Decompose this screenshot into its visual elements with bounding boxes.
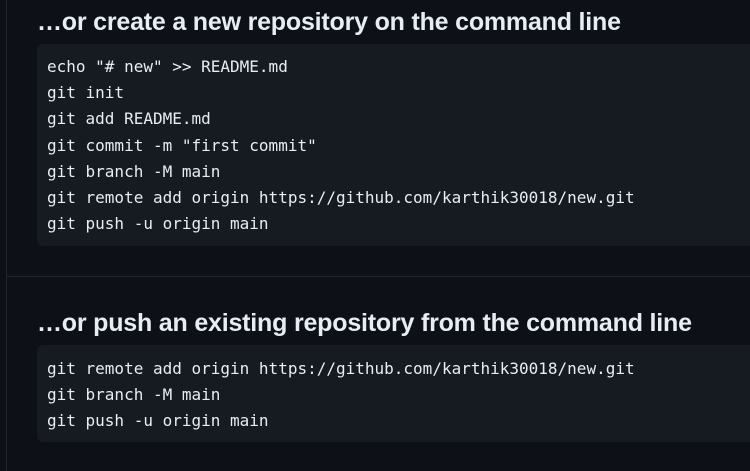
- code-line[interactable]: git push -u origin main: [47, 408, 750, 434]
- code-line[interactable]: echo "# new" >> README.md: [47, 54, 750, 80]
- code-line[interactable]: git add README.md: [47, 106, 750, 132]
- code-line[interactable]: git branch -M main: [47, 382, 750, 408]
- push-repo-code-block[interactable]: git remote add origin https://github.com…: [37, 345, 750, 442]
- left-border: [6, 0, 7, 471]
- create-repo-code-block[interactable]: echo "# new" >> README.md git init git a…: [37, 44, 750, 246]
- push-repo-section: …or push an existing repository from the…: [37, 301, 750, 442]
- section-divider: [6, 276, 750, 277]
- code-line[interactable]: git remote add origin https://github.com…: [47, 185, 750, 211]
- code-line[interactable]: git branch -M main: [47, 159, 750, 185]
- push-repo-heading: …or push an existing repository from the…: [37, 309, 692, 337]
- create-repo-heading: …or create a new repository on the comma…: [37, 8, 621, 36]
- code-line[interactable]: git push -u origin main: [47, 211, 750, 237]
- code-line[interactable]: git remote add origin https://github.com…: [47, 356, 750, 382]
- code-line[interactable]: git commit -m "first commit": [47, 133, 750, 159]
- create-repo-section: …or create a new repository on the comma…: [37, 0, 750, 246]
- code-line[interactable]: git init: [47, 80, 750, 106]
